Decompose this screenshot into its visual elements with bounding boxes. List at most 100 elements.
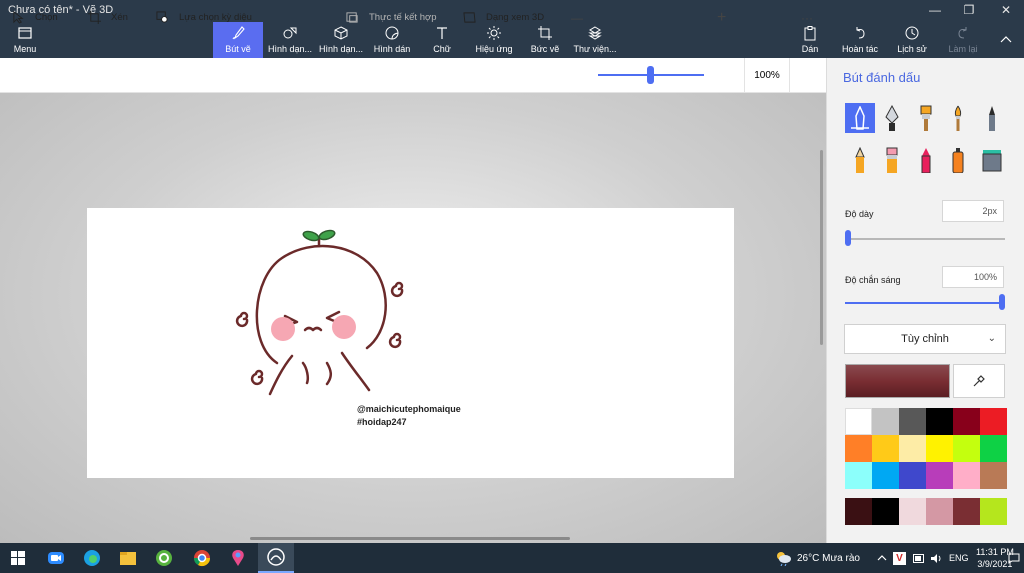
maximize-button[interactable]: ❐ [951,0,987,20]
palette-swatch-3[interactable] [926,408,953,435]
taskbar-chrome[interactable] [184,543,220,573]
zoom-in-button[interactable]: + [717,0,726,35]
opacity-label: Độ chắn sáng [845,275,901,285]
marker-brush[interactable] [845,103,875,133]
drawing-canvas[interactable]: @maichicutephomaique #hoidap247 [87,208,734,478]
calligraphy-pen-brush[interactable] [877,103,907,133]
palette-swatch-17[interactable] [980,462,1007,489]
eraser-brush[interactable] [877,145,907,175]
undo-button[interactable]: Hoàn tác [838,22,882,58]
palette-swatch-15[interactable] [926,462,953,489]
thickness-slider-thumb[interactable] [845,230,851,246]
custom-color-swatch-5[interactable] [980,498,1007,525]
thickness-input[interactable]: 2px [942,200,1004,222]
edge-icon [84,550,100,566]
texture-dropdown[interactable]: Tùy chỉnh ⌄ [844,324,1006,354]
taskbar-360-browser[interactable] [146,543,182,573]
eraser-icon [886,147,898,173]
more-options-button[interactable]: ··· [801,0,813,35]
tray-battery[interactable] [913,543,925,573]
palette-swatch-10[interactable] [953,435,980,462]
vertical-scrollbar[interactable] [820,150,823,345]
taskbar-paint-3d[interactable] [258,543,294,573]
tab-label: Hình dạn... [267,44,313,54]
zoom-out-button[interactable]: — [571,0,583,35]
palette-swatch-13[interactable] [872,462,899,489]
minimize-button[interactable]: — [917,0,953,20]
palette-swatch-6[interactable] [845,435,872,462]
zoom-slider-thumb[interactable] [647,66,654,84]
tray-app-v[interactable]: V [893,543,906,573]
tab-label: Thư viện... [573,44,617,54]
pencil-icon [855,147,865,173]
fill-brush[interactable] [977,145,1007,175]
opacity-slider-fill[interactable] [845,302,1005,304]
custom-color-swatch-1[interactable] [872,498,899,525]
palette-swatch-11[interactable] [980,435,1007,462]
zoom-level[interactable]: 100% [744,58,790,93]
palette-swatch-12[interactable] [845,462,872,489]
redo-button[interactable]: Làm lại [943,22,983,58]
select-button[interactable]: Chọn [12,0,58,35]
crayon-brush[interactable] [911,145,941,175]
3d-view-button[interactable]: Dạng xem 3D [463,0,544,35]
show-hidden-icons-button[interactable] [877,543,887,573]
menu-label: Menu [13,44,37,54]
taskbar-edge[interactable] [74,543,110,573]
palette-swatch-2[interactable] [899,408,926,435]
watermark-handle: @maichicutephomaique [357,404,461,414]
start-button[interactable] [0,543,36,573]
watercolor-brush[interactable] [943,103,973,133]
collapse-ribbon-button[interactable] [996,22,1016,58]
taskbar-file-explorer[interactable] [110,543,146,573]
history-icon [905,26,919,40]
magic-select-label: Lựa chọn kỳ diệu [179,12,252,23]
thickness-slider-track[interactable] [845,238,1005,240]
tray-volume[interactable] [930,543,943,573]
palette-swatch-1[interactable] [872,408,899,435]
select-label: Chọn [35,12,58,23]
palette-swatch-8[interactable] [899,435,926,462]
palette-swatch-0[interactable] [845,408,872,435]
palette-swatch-9[interactable] [926,435,953,462]
tab-2d-shapes[interactable]: Hình dạn... [265,22,315,58]
eyedropper-button[interactable] [953,364,1005,398]
custom-color-swatch-4[interactable] [953,498,980,525]
3d-view-icon [463,12,476,23]
3d-library-icon [588,26,602,40]
taskbar-maps[interactable] [220,543,256,573]
opacity-slider-thumb[interactable] [999,294,1005,310]
custom-color-swatch-0[interactable] [845,498,872,525]
magic-select-button[interactable]: Lựa chọn kỳ diệu [156,0,252,35]
crop-label: Xén [111,12,128,23]
palette-swatch-16[interactable] [953,462,980,489]
palette-swatch-5[interactable] [980,408,1007,435]
tab-label: Hình dạn... [318,44,364,54]
close-button[interactable]: ✕ [988,0,1024,20]
custom-color-swatch-2[interactable] [899,498,926,525]
crop-button[interactable]: Xén [88,0,128,35]
palette-swatch-4[interactable] [953,408,980,435]
tab-label: Hiệu ứng [475,44,513,54]
360-browser-icon [156,550,172,566]
select-cursor-icon [13,11,24,24]
spray-can-brush[interactable] [943,145,973,175]
chevron-up-icon [877,555,887,561]
mixed-reality-button[interactable]: Thực tế kết hợp [346,0,437,35]
taskbar-zoom[interactable] [38,543,74,573]
palette-swatch-7[interactable] [872,435,899,462]
pencil-brush[interactable] [845,145,875,175]
opacity-input[interactable]: 100% [942,266,1004,288]
notification-button[interactable] [1008,543,1020,573]
pixel-pen-brush[interactable] [977,103,1007,133]
horizontal-scrollbar[interactable] [250,537,570,540]
palette-swatch-14[interactable] [899,462,926,489]
oil-brush[interactable] [911,103,941,133]
current-color-swatch[interactable] [845,364,950,398]
undo-icon [856,27,865,39]
oil-brush-icon [920,105,932,131]
weather-widget[interactable]: 26°C Mưa rào [774,543,860,573]
language-indicator[interactable]: ENG [949,543,969,573]
custom-color-swatch-3[interactable] [926,498,953,525]
history-button[interactable]: Lịch sử [893,22,931,58]
